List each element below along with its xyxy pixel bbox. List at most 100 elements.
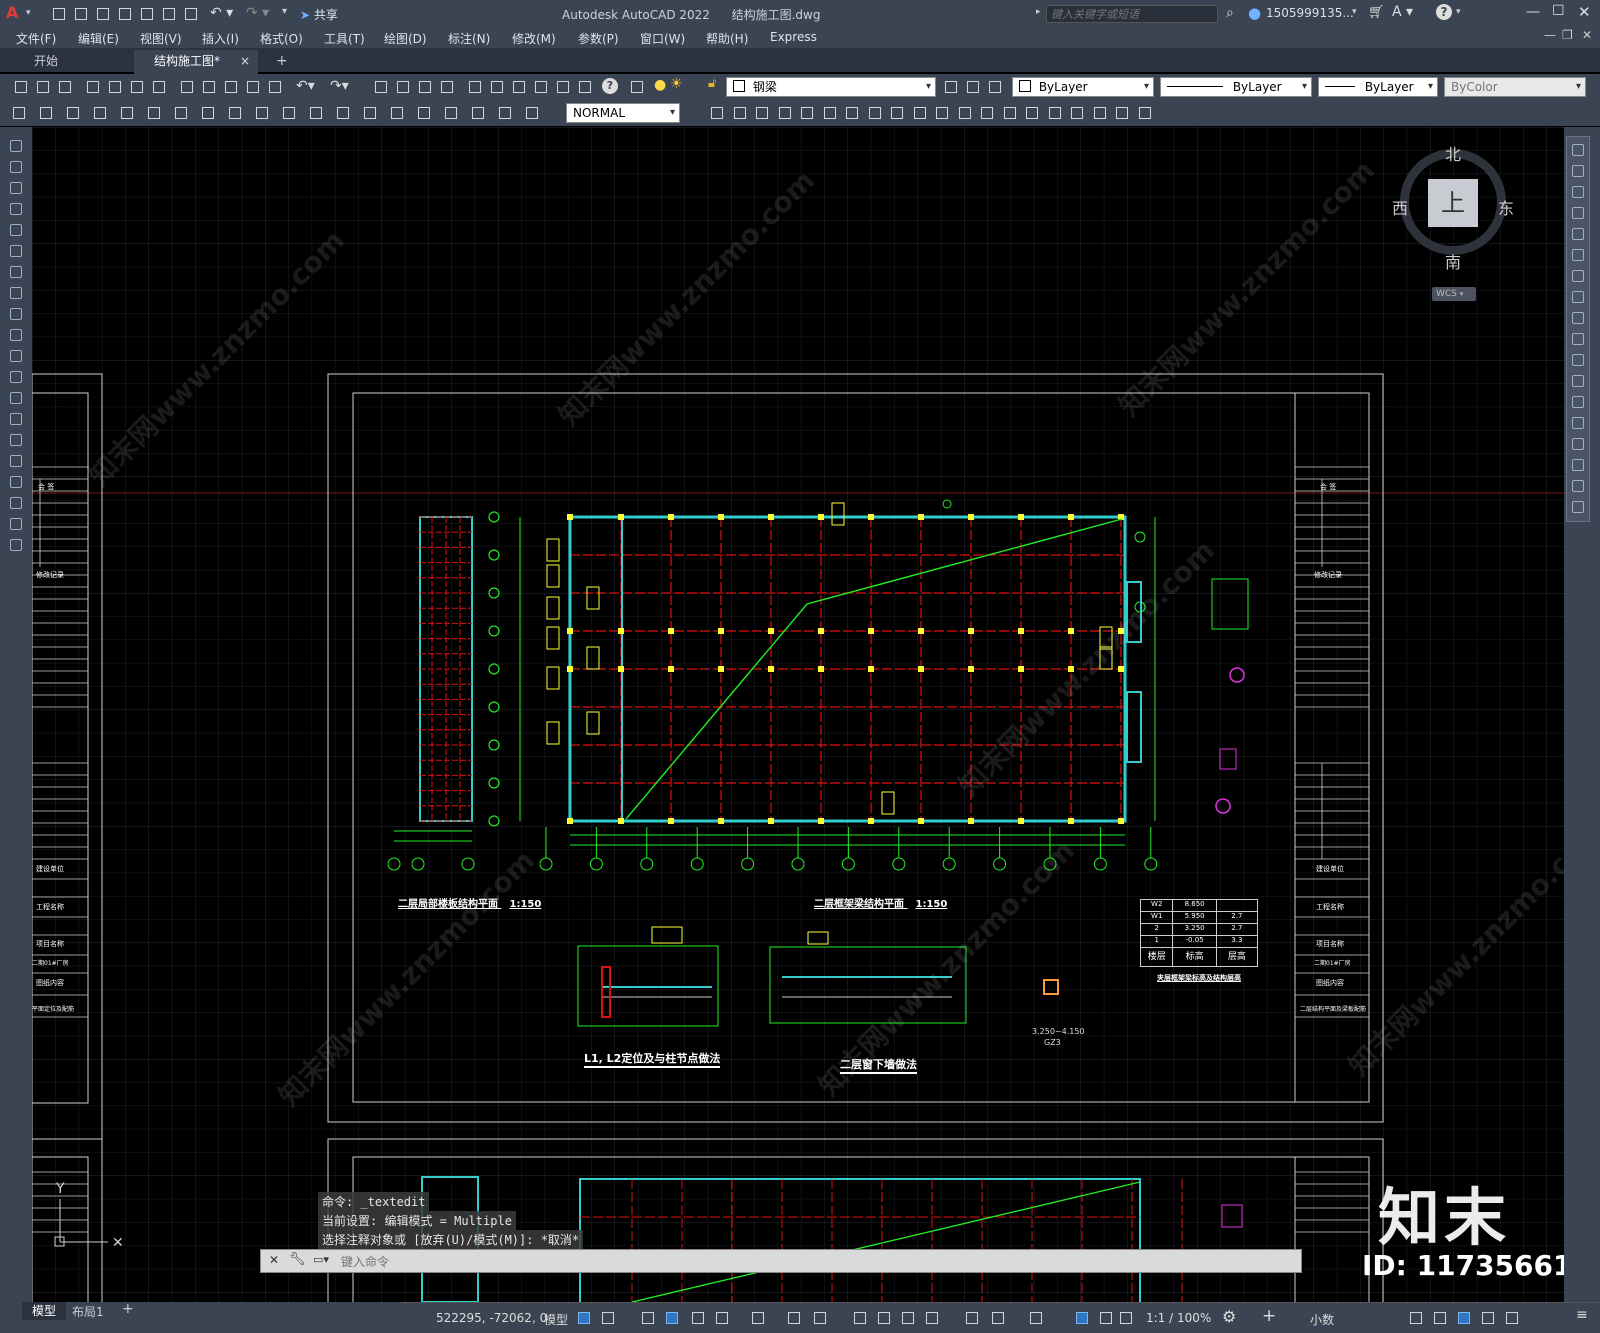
pan-icon[interactable] [372,78,390,96]
rectangle-icon[interactable] [7,221,25,239]
menu-dimension[interactable]: 标注(N) [448,30,490,47]
text-icon[interactable] [956,104,974,122]
viewcube-west[interactable]: 西 [1392,195,1408,219]
plot-icon[interactable] [84,78,102,96]
doc-restore-icon[interactable]: ❐ [1562,28,1573,42]
group-icon[interactable] [1136,104,1154,122]
snap-toggle-icon[interactable] [600,1310,616,1326]
dim-aligned-icon[interactable] [37,104,55,122]
region-icon[interactable] [7,473,25,491]
close-icon[interactable]: ✕ [1578,3,1591,21]
viewcube-south[interactable]: 南 [1445,249,1461,273]
command-prompt-icon[interactable]: ▭▾ [313,1253,329,1266]
properties-icon[interactable] [466,78,484,96]
dim-text-edit-icon[interactable] [496,104,514,122]
qat-more-icon[interactable]: ▾ [282,6,287,17]
search-expand-icon[interactable]: ▸ [1036,7,1041,17]
menu-tools[interactable]: 工具(T) [324,30,365,47]
point-icon[interactable] [1091,104,1109,122]
block-make-icon[interactable] [731,104,749,122]
explode-icon[interactable] [1569,498,1587,516]
selection-filter-icon[interactable] [990,1310,1006,1326]
annotation-monitor-icon[interactable]: + [1262,1306,1276,1326]
tab-drawing-active[interactable]: 结构施工图* × [134,50,258,74]
qat-open-icon[interactable] [72,5,90,23]
command-close-icon[interactable]: ✕ [269,1253,279,1267]
app-logo-icon[interactable]: A [6,5,22,21]
share-button[interactable]: ➤ 共享 [300,6,338,23]
make-current-layer-icon[interactable] [942,78,960,96]
inspect-icon[interactable] [415,104,433,122]
add-layout-button[interactable]: + [122,1301,134,1317]
zoom-window-icon[interactable] [416,78,434,96]
zoom-realtime-icon[interactable] [394,78,412,96]
make-block-icon[interactable] [7,389,25,407]
menu-insert[interactable]: 插入(I) [202,30,239,47]
ellipse-icon[interactable] [7,326,25,344]
cut-icon[interactable] [178,78,196,96]
attdef-icon[interactable] [753,104,771,122]
polygon-icon[interactable] [7,200,25,218]
sheet-set-icon[interactable] [532,78,550,96]
minimize-icon[interactable]: — [1526,4,1540,20]
menu-express[interactable]: Express [770,30,817,44]
menu-modify[interactable]: 修改(M) [512,30,556,47]
layer-props-icon[interactable] [628,78,646,96]
hardware-accel-icon[interactable] [1480,1310,1496,1326]
layer-state-icon[interactable] [986,78,1004,96]
add-selected-icon[interactable] [7,536,25,554]
quick-properties-icon[interactable] [1408,1310,1424,1326]
region-icon[interactable] [798,104,816,122]
units-dropdown[interactable]: 小数 [1310,1311,1334,1328]
revcloud-icon[interactable] [7,284,25,302]
dim-space-icon[interactable] [307,104,325,122]
command-input[interactable] [339,1252,1283,1272]
viewcube-face[interactable]: 上 [1428,179,1478,227]
dimstyle-dropdown[interactable]: NORMAL ▾ [566,103,680,123]
field-icon[interactable] [978,104,996,122]
qat-export-icon[interactable] [160,5,178,23]
viewcube[interactable]: 上 北 南 东 西 WCS ▾ [1388,137,1528,307]
markup-icon[interactable] [554,78,572,96]
preview-icon[interactable] [106,78,124,96]
transparency-icon[interactable] [876,1310,892,1326]
block-editor-icon[interactable] [266,78,284,96]
app-menu-chevron-icon[interactable]: ▾ [26,8,31,18]
polar-icon[interactable] [714,1310,730,1326]
dim-diameter-icon[interactable] [172,104,190,122]
workspace-gear-icon[interactable]: ⚙ [1222,1307,1236,1326]
plotstyle-dropdown[interactable]: ByColor ▾ [1444,77,1586,97]
blend-icon[interactable] [1569,477,1587,495]
boundary-icon[interactable] [821,104,839,122]
line-icon[interactable] [7,137,25,155]
qat-publish-icon[interactable] [138,5,156,23]
user-account[interactable]: 1505999135... [1266,6,1354,20]
undo-icon[interactable]: ↶ ▾ [210,5,233,21]
offset-icon[interactable] [1569,204,1587,222]
tab-start[interactable]: 开始 [10,50,130,72]
fillet-icon[interactable] [1569,456,1587,474]
doc-close-icon[interactable]: ✕ [1582,28,1592,42]
new-tab-button[interactable]: + [276,53,288,69]
tolerance-icon[interactable] [361,104,379,122]
dim-edit-icon[interactable] [469,104,487,122]
dim-linear-icon[interactable] [10,104,28,122]
lineweight-toggle-icon[interactable] [852,1310,868,1326]
table-icon[interactable] [888,104,906,122]
copy-icon[interactable] [1569,162,1587,180]
help-chevron-icon[interactable]: ▾ [1456,7,1461,17]
cart-icon[interactable]: 🛒︎ [1368,5,1385,20]
new-icon[interactable] [12,78,30,96]
hatch-icon[interactable] [843,104,861,122]
lineweight-dropdown[interactable]: ByLayer ▾ [1318,77,1438,97]
erase-icon[interactable] [1569,141,1587,159]
annotation-scale-value[interactable]: 1:1 / 100% [1146,1311,1211,1325]
scale-icon[interactable] [1569,288,1587,306]
ellipse-icon[interactable] [1046,104,1064,122]
dim-continue-icon[interactable] [280,104,298,122]
help-tb-icon[interactable]: ? [602,78,618,94]
search-input[interactable] [1046,5,1218,23]
match-prop-icon[interactable] [244,78,262,96]
xref-icon[interactable] [776,104,794,122]
lock-ui-icon[interactable] [1432,1310,1448,1326]
